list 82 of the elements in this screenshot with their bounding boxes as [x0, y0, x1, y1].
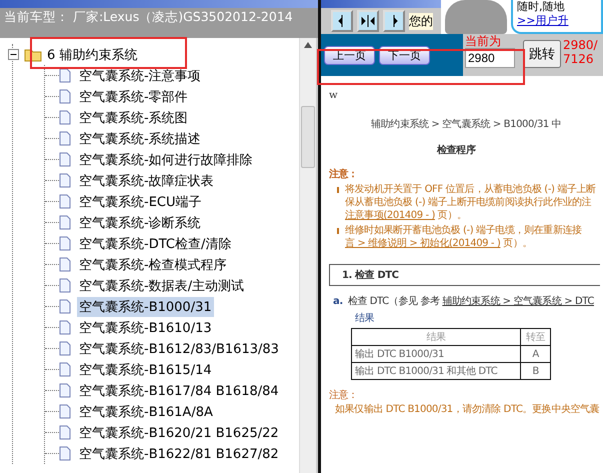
tree-item[interactable]: 空气囊系统-检查模式程序: [77, 254, 229, 274]
notice-title: 注意：: [329, 167, 359, 181]
tree-item[interactable]: 空气囊系统-B1612/83/B1613/83: [77, 338, 281, 358]
tree-item[interactable]: 空气囊系统-注意事项: [77, 66, 203, 86]
result-title: 结果: [355, 312, 376, 325]
table-cell: 输出 DTC B1000/31: [352, 346, 521, 362]
table-cell: 输出 DTC B1000/31 和其他 DTC: [352, 362, 521, 380]
reference-link[interactable]: 言 > 维修说明 > 初始化(201409 - ): [345, 238, 500, 249]
pane-right-button[interactable]: [383, 10, 405, 32]
info-text: 您的: [409, 12, 433, 30]
document-icon: [59, 278, 71, 293]
tree-item[interactable]: 空气囊系统-B1610/13: [77, 318, 214, 338]
reference-link[interactable]: 辅助约束系统 > 空气囊系统 > DTC: [442, 296, 594, 307]
tree-folder[interactable]: 6 辅助约束系统: [47, 46, 138, 64]
page-mark: w: [329, 90, 338, 101]
current-page-label: 当前为: [465, 34, 502, 48]
tree-item[interactable]: 空气囊系统-零部件: [77, 86, 190, 106]
tree-item[interactable]: 空气囊系统-B1617/84 B1618/84: [77, 380, 281, 400]
bullet-mark: [337, 187, 339, 193]
scroll-up-icon[interactable]: [304, 42, 312, 48]
vehicle-title: 当前车型： 厂家:Lexus（凌志)GS3502012-2014: [0, 8, 318, 38]
document-icon: [59, 446, 71, 461]
document-icon: [59, 236, 71, 251]
document-icon: [59, 68, 71, 83]
page-input[interactable]: 2980: [465, 48, 515, 68]
document-icon: [59, 341, 71, 356]
tree-item[interactable]: 空气囊系统-ECU端子: [77, 192, 204, 212]
pane-left-button[interactable]: [331, 10, 353, 32]
notice-line: 将发动机开关置于 OFF 位置后，从蓄电池负极 (-) 端子上断: [345, 183, 596, 196]
reference-link[interactable]: 注意事项(201409 - ): [345, 210, 435, 221]
document-icon: [59, 110, 71, 125]
tree-item[interactable]: 空气囊系统-数据表/主动测试: [77, 276, 246, 296]
tree-item[interactable]: 空气囊系统-故障症状表: [77, 170, 216, 190]
document-icon: [59, 131, 71, 146]
step-text: 检查 DTC（参见 参考: [348, 296, 441, 307]
tree-item[interactable]: 空气囊系统-B1620/21 B1625/22: [77, 422, 281, 442]
document-icon: [59, 194, 71, 209]
table-cell: A: [520, 346, 550, 362]
tree-item[interactable]: 空气囊系统-B1000/31: [77, 296, 214, 316]
notice-line: 页）。: [436, 210, 467, 221]
breadcrumb: 辅助约束系统 > 空气囊系统 > B1000/31 中: [371, 118, 562, 131]
section-heading: 检查程序: [437, 143, 477, 157]
bullet-mark: [337, 228, 339, 234]
document-icon: [59, 89, 71, 104]
jump-button[interactable]: 跳转: [523, 40, 561, 68]
notice-text: 如果仅输出 DTC B1000/31，请勿清除 DTC。更换中央空气囊: [335, 402, 600, 416]
notice-line: 维修时如果断开蓄电池负极 (-) 端子电缆，则在重新连接: [345, 224, 582, 237]
notice-line: 页）。: [502, 238, 532, 249]
pane-split-button[interactable]: [357, 10, 379, 32]
tree-item[interactable]: 空气囊系统-B161A/8A: [77, 402, 215, 422]
notice-line: 保从蓄电池负极 (-) 端子上断开电缆前阅读执行此作业的注: [345, 196, 592, 209]
document-icon: [59, 383, 71, 398]
table-header: 转至: [520, 328, 550, 346]
mascot-placeholder: [445, 0, 507, 34]
document-icon: [59, 257, 71, 272]
notice-title: 注意：: [329, 388, 359, 402]
document-icon: [59, 215, 71, 230]
tree-item[interactable]: 空气囊系统-诊断系统: [77, 212, 203, 232]
page-count: 2980/7126: [563, 37, 599, 68]
tree-item[interactable]: 空气囊系统-DTC检查/清除: [77, 234, 234, 254]
document-icon: [59, 152, 71, 167]
collapse-icon[interactable]: [8, 49, 19, 60]
table-header: 结果: [352, 328, 521, 346]
document-icon: [59, 404, 71, 419]
document-icon: [59, 299, 71, 314]
tree-item[interactable]: 空气囊系统-系统图: [77, 108, 190, 128]
tree-item[interactable]: 空气囊系统-如何进行故障排除: [77, 150, 255, 170]
ad-text: 随时,随地: [517, 0, 564, 13]
upgrade-link[interactable]: >>用户升: [517, 14, 597, 28]
tree-item[interactable]: 空气囊系统-B1622/81 B1627/82: [77, 444, 281, 464]
scrollbar[interactable]: [299, 38, 316, 473]
document-icon: [59, 320, 71, 335]
scroll-thumb[interactable]: [301, 106, 315, 168]
document-icon: [59, 362, 71, 377]
document-icon: [59, 425, 71, 440]
tree-item[interactable]: 空气囊系统-系统描述: [77, 128, 203, 148]
step-letter: a.: [333, 296, 343, 307]
step-heading: 1. 检查 DTC: [329, 264, 600, 286]
document-icon: [59, 173, 71, 188]
arrows-inward-icon: [361, 15, 375, 27]
tree-item[interactable]: 空气囊系统-B1615/14: [77, 360, 214, 380]
table-cell: B: [520, 362, 550, 380]
